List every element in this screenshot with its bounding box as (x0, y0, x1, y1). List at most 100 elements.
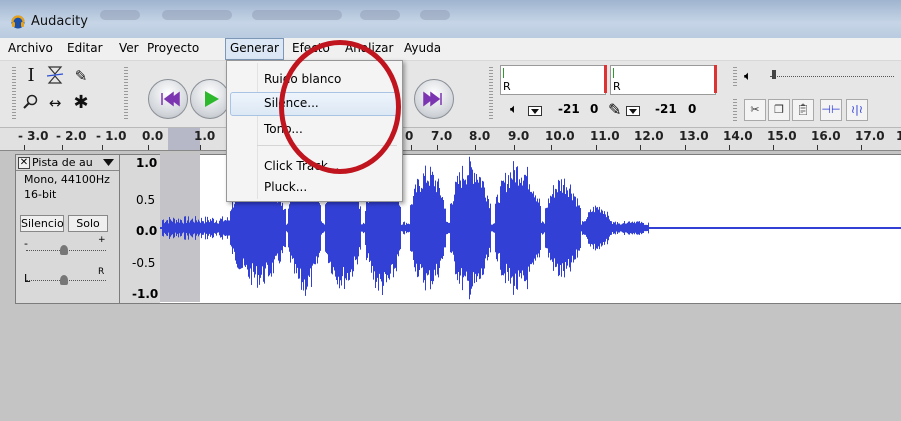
meter-bar (503, 68, 504, 78)
pan-slider-thumb[interactable] (60, 275, 68, 285)
skip-end-button[interactable] (414, 79, 454, 119)
trim-icon[interactable]: ⊣⊢ (820, 99, 842, 121)
ruler-tick-mark (437, 145, 438, 150)
ruler-tick-label: 14.0 (723, 129, 753, 143)
copy-icon[interactable]: ❐ (768, 99, 790, 121)
toolbar-grip[interactable] (124, 67, 128, 121)
scale-label: -0.5 (132, 256, 156, 270)
ruler-tick-label: 0 (405, 129, 414, 143)
menu-bar: Archivo Editar Ver Proyecto Generar Efec… (0, 38, 901, 61)
playback-device-dropdown[interactable] (528, 106, 542, 116)
timeshift-tool-icon[interactable]: ↔ (46, 94, 64, 112)
playback-level-min: -21 (558, 102, 580, 116)
ruler-tick-label: 10.0 (545, 129, 575, 143)
blurred-tab (162, 10, 232, 20)
ruler-tick-mark (24, 145, 25, 150)
volume-speaker-icon: 🔈︎ (744, 69, 752, 84)
play-icon (205, 91, 219, 107)
menu-editar[interactable]: Editar (67, 41, 103, 55)
pan-right-label: R (98, 267, 105, 277)
blurred-tab (100, 10, 140, 20)
record-meter[interactable]: R (610, 65, 716, 95)
ruler-tick-label: 15.0 (767, 129, 797, 143)
skip-end-icon (423, 91, 442, 107)
highlight-circle-annotation (279, 40, 401, 174)
track-bitdepth: 16-bit (24, 188, 57, 201)
track-name[interactable]: Pista de au (32, 156, 93, 169)
title-bar (0, 0, 901, 38)
scale-label: 0.5 (136, 193, 156, 207)
ruler-tick-mark (200, 145, 201, 150)
volume-slider-thumb[interactable] (772, 70, 776, 79)
gain-min-label: - (24, 237, 28, 250)
ruler-tick-mark (514, 145, 515, 150)
mute-button[interactable]: Silencio (20, 215, 64, 232)
menu-generar[interactable]: Generar (225, 38, 284, 60)
speaker-icon: 🔈︎ (510, 102, 518, 117)
pan-left-label: L (24, 272, 31, 285)
toolbar-grip[interactable] (12, 67, 16, 121)
ruler-tick-mark (685, 145, 686, 150)
ruler-tick-mark (640, 145, 641, 150)
ruler-tick-label: 9.0 (508, 129, 530, 143)
envelope-tool-icon[interactable] (46, 65, 64, 84)
solo-button[interactable]: Solo (68, 215, 108, 232)
ruler-tick-label: 11.0 (590, 129, 620, 143)
record-level-zero: 0 (688, 102, 697, 116)
window-title: Audacity (31, 14, 88, 29)
meter-channel-label: R (503, 80, 511, 93)
scale-label: 1.0 (136, 156, 158, 170)
ruler-tick-label: 8.0 (469, 129, 491, 143)
play-button[interactable] (190, 79, 230, 119)
microphone-icon: ✎ (608, 100, 622, 119)
ruler-tick-mark (411, 145, 412, 150)
silence-icon[interactable]: ≀|≀ (846, 99, 868, 121)
record-device-dropdown[interactable] (626, 106, 640, 116)
ruler-tick-label: 0.0 (142, 129, 164, 143)
ruler-ticks: - 3.0 - 2.0 - 1.0 0.0 1.0 0 7.0 8.0 9.0 10.0 11.0 1… (0, 128, 901, 150)
paste-icon[interactable]: 📋︎ (792, 99, 814, 121)
ruler-tick-label: - 3.0 (18, 129, 49, 143)
cut-icon[interactable]: ✂ (744, 99, 766, 121)
menu-archivo[interactable]: Archivo (8, 41, 53, 55)
zoom-tool-icon[interactable] (22, 94, 40, 112)
ruler-tick-mark (148, 145, 149, 150)
draw-tool-icon[interactable]: ✎ (72, 67, 90, 85)
menu-item-label: Pluck... (264, 180, 308, 194)
menu-item-pluck[interactable]: Pluck... (227, 176, 400, 198)
ruler-tick-label: - 1.0 (96, 129, 127, 143)
scale-label: 0.0 (136, 224, 158, 238)
ruler-tick-mark (817, 145, 818, 150)
menu-ver[interactable]: Ver (119, 41, 139, 55)
ruler-tick-mark (475, 145, 476, 150)
multi-tool-icon[interactable]: ✱ (72, 94, 90, 112)
ruler-tick-label: 17.0 (855, 129, 885, 143)
toolbar-grip[interactable] (489, 67, 493, 121)
skip-start-button[interactable] (148, 79, 188, 119)
scale-label: -1.0 (132, 287, 159, 301)
menu-ayuda[interactable]: Ayuda (404, 41, 441, 55)
playback-meter[interactable]: R (500, 65, 606, 95)
ruler-tick-mark (62, 145, 63, 150)
meter-channel-label: R (613, 80, 621, 93)
meter-clip-indicator (604, 65, 607, 93)
ruler-tick-mark (102, 145, 103, 150)
gain-slider-thumb[interactable] (60, 245, 68, 255)
meter-bar (613, 68, 614, 78)
blurred-tab (360, 10, 400, 20)
close-track-icon[interactable]: ✕ (18, 157, 30, 169)
volume-slider[interactable] (770, 76, 894, 78)
track-format: Mono, 44100Hz (24, 173, 110, 186)
toolbar-grip[interactable] (733, 67, 737, 87)
ruler-tick-mark (861, 145, 862, 150)
ruler-tick-label: 7.0 (431, 129, 453, 143)
menu-proyecto[interactable]: Proyecto (147, 41, 199, 55)
app-icon (11, 15, 25, 29)
selection-tool-icon[interactable]: I (22, 67, 40, 85)
amplitude-scale: 1.0 0.5 0.0 -0.5 -1.0 (120, 154, 160, 304)
toolbar-grip[interactable] (733, 99, 737, 121)
blurred-tab (252, 10, 342, 20)
track-menu-chevron-down-icon[interactable] (103, 159, 114, 167)
ruler-tick-mark (551, 145, 552, 150)
ruler-tick-label: 13.0 (679, 129, 709, 143)
